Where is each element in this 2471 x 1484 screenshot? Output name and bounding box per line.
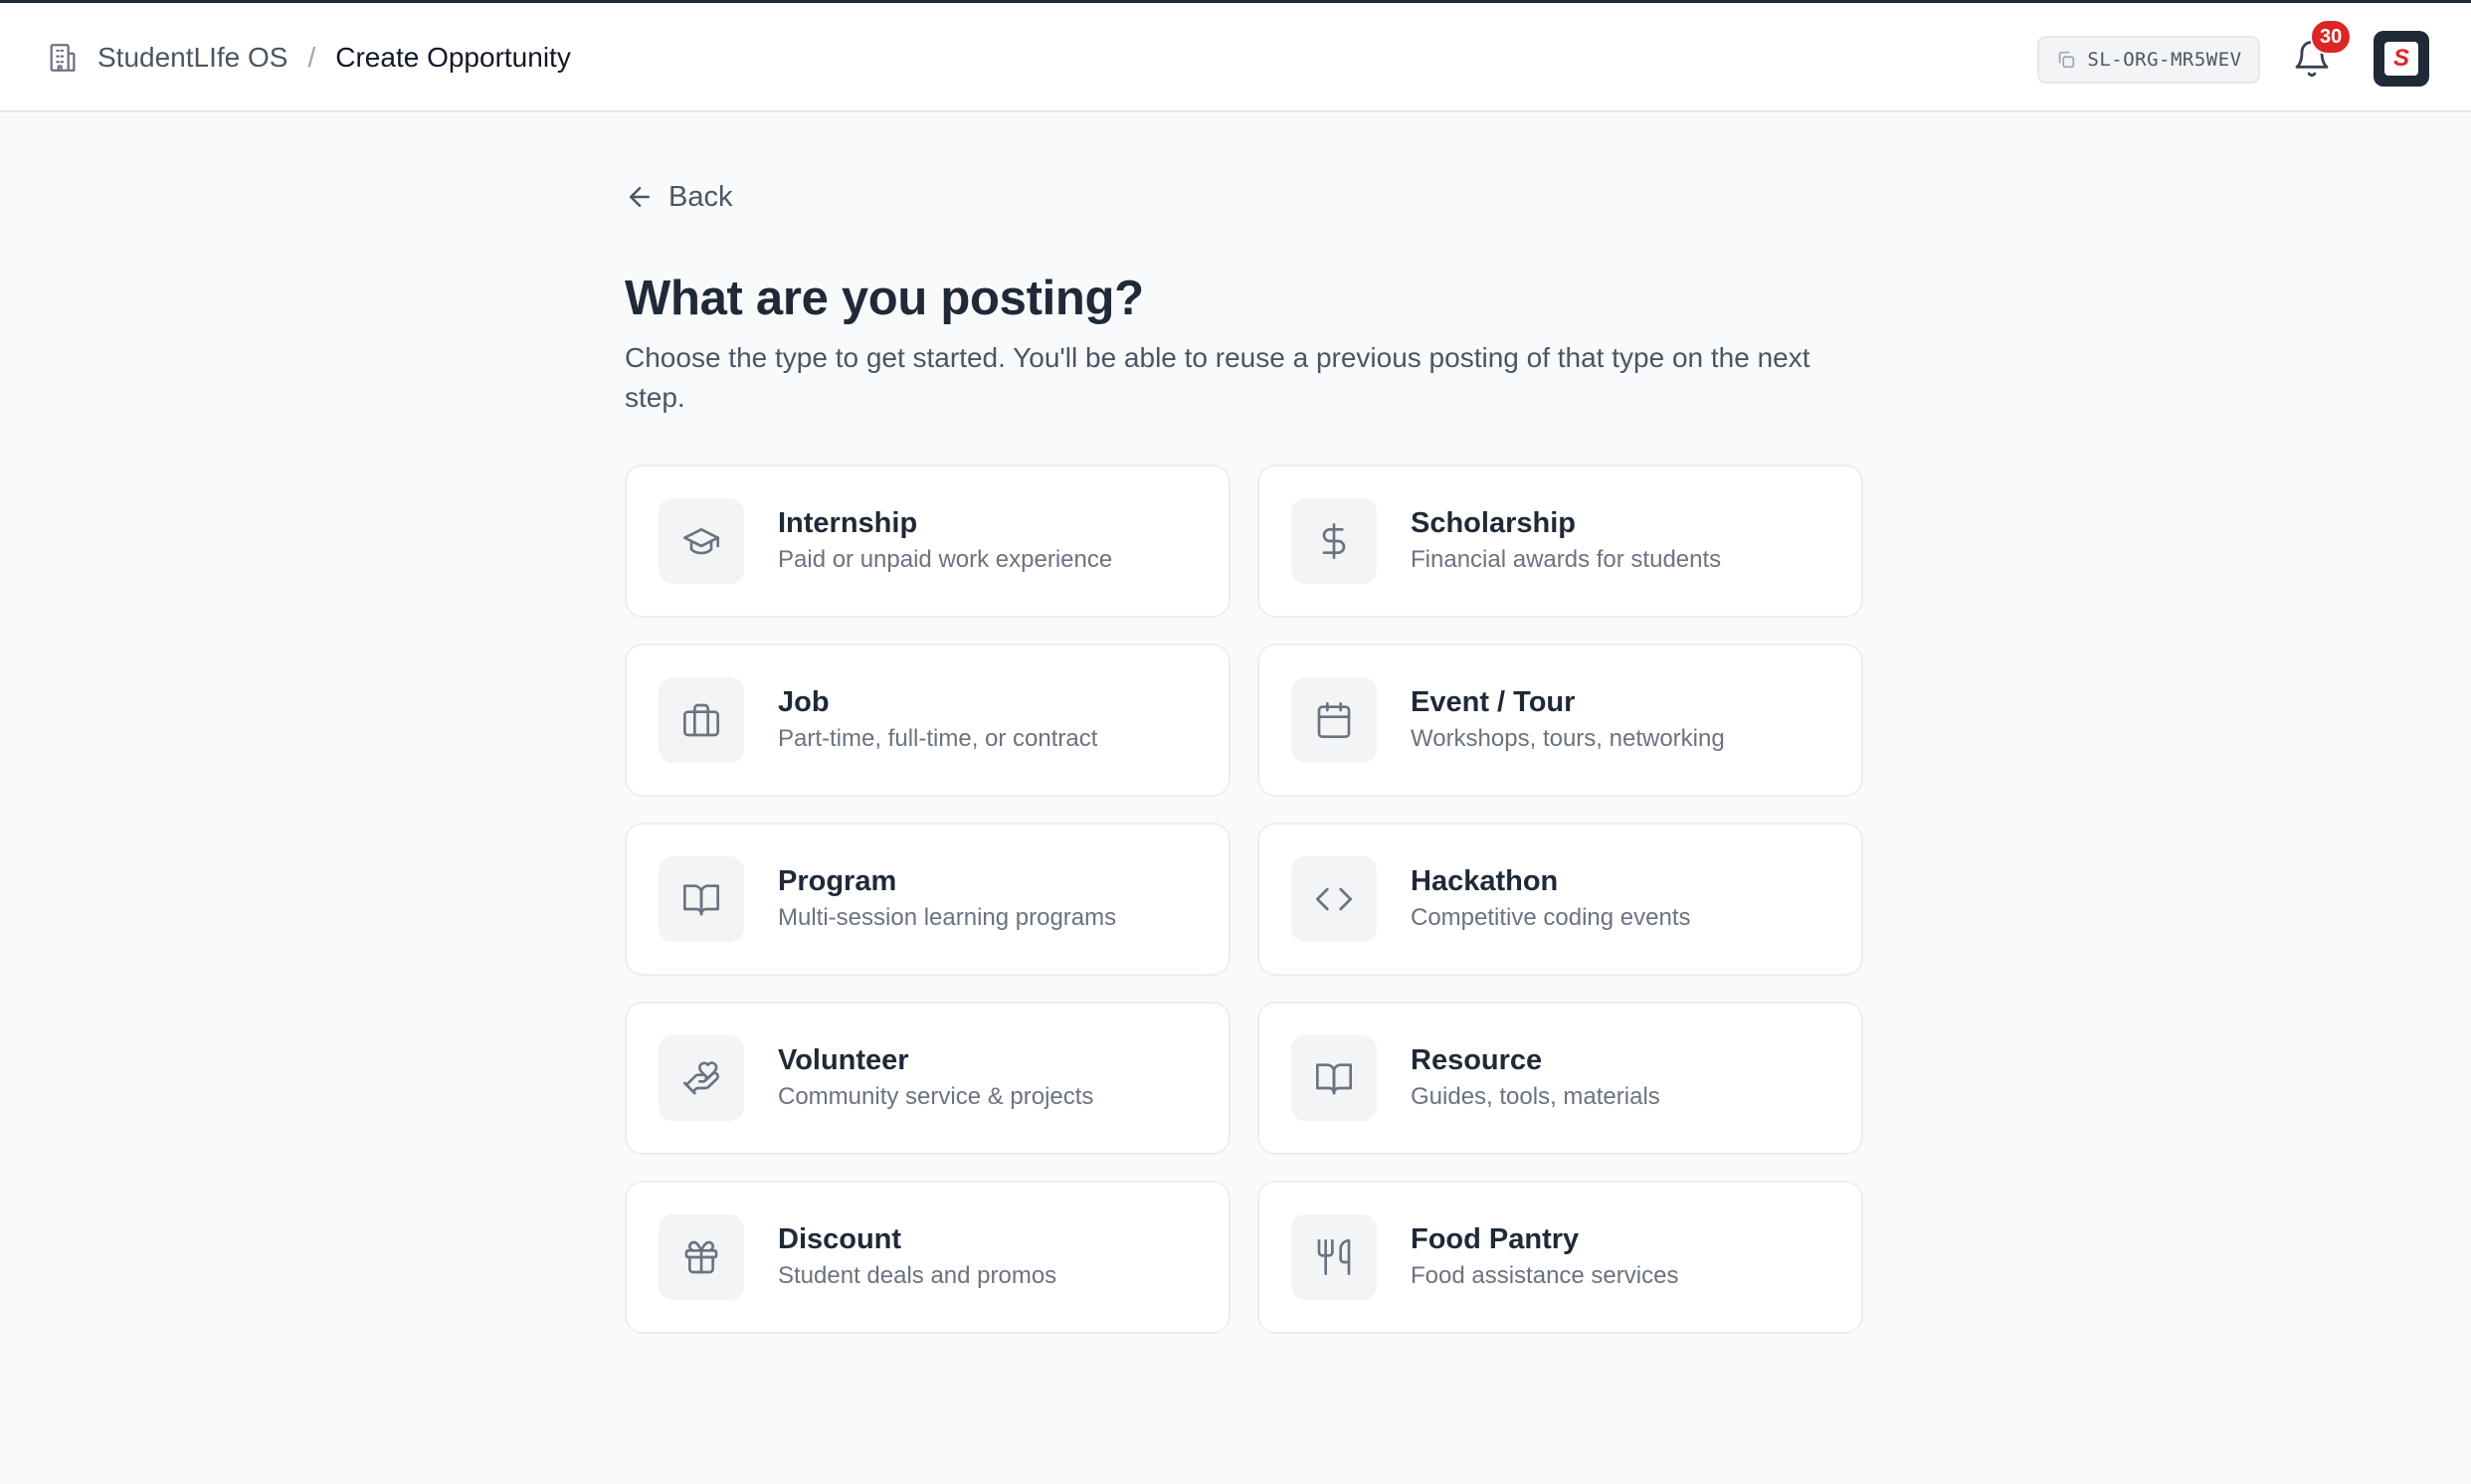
dollar-icon xyxy=(1291,498,1377,584)
type-card-food-pantry[interactable]: Food Pantry Food assistance services xyxy=(1257,1181,1863,1334)
type-card-description: Multi-session learning programs xyxy=(778,904,1117,931)
notification-count-badge: 30 xyxy=(2310,19,2353,55)
back-button[interactable]: Back xyxy=(625,159,732,235)
arrow-left-icon xyxy=(625,182,655,212)
type-card-description: Community service & projects xyxy=(778,1083,1094,1110)
type-card-description: Workshops, tours, networking xyxy=(1411,725,1725,752)
type-card-program[interactable]: Program Multi-session learning programs xyxy=(625,823,1231,976)
type-card-description: Part-time, full-time, or contract xyxy=(778,725,1098,752)
top-bar: StudentLIfe OS / Create Opportunity SL-O… xyxy=(0,0,2471,112)
breadcrumb-current: Create Opportunity xyxy=(335,42,571,73)
type-card-description: Student deals and promos xyxy=(778,1262,1057,1289)
graduation-cap-icon xyxy=(659,498,744,584)
type-card-description: Financial awards for students xyxy=(1411,546,1722,573)
breadcrumb-separator: / xyxy=(307,42,316,73)
type-card-hackathon[interactable]: Hackathon Competitive coding events xyxy=(1257,823,1863,976)
type-card-scholarship[interactable]: Scholarship Financial awards for student… xyxy=(1257,464,1863,618)
type-card-description: Paid or unpaid work experience xyxy=(778,546,1113,573)
back-label: Back xyxy=(668,180,733,213)
type-card-resource[interactable]: Resource Guides, tools, materials xyxy=(1257,1002,1863,1155)
avatar-logo: S xyxy=(2384,42,2418,76)
utensils-icon xyxy=(1291,1214,1377,1300)
briefcase-icon xyxy=(659,677,744,763)
type-card-description: Guides, tools, materials xyxy=(1411,1083,1660,1110)
type-card-title: Event / Tour xyxy=(1411,686,1576,718)
type-card-internship[interactable]: Internship Paid or unpaid work experienc… xyxy=(625,464,1231,618)
type-card-volunteer[interactable]: Volunteer Community service & projects xyxy=(625,1002,1231,1155)
building-icon xyxy=(46,41,80,75)
type-card-title: Discount xyxy=(778,1223,902,1255)
code-icon xyxy=(1291,856,1377,942)
avatar[interactable]: S xyxy=(2374,31,2429,87)
type-card-title: Resource xyxy=(1411,1044,1543,1076)
type-card-title: Scholarship xyxy=(1411,507,1576,539)
copy-icon xyxy=(2055,49,2077,71)
breadcrumb-org-link[interactable]: StudentLIfe OS xyxy=(97,42,287,74)
type-card-description: Food assistance services xyxy=(1411,1262,1679,1289)
hand-heart-icon xyxy=(659,1035,744,1121)
org-code-copy-button[interactable]: SL-ORG-MR5WEV xyxy=(2037,36,2260,84)
type-card-title: Job xyxy=(778,686,830,718)
type-card-description: Competitive coding events xyxy=(1411,904,1691,931)
type-card-title: Volunteer xyxy=(778,1044,909,1076)
type-card-title: Program xyxy=(778,865,897,897)
type-card-title: Internship xyxy=(778,507,918,539)
opportunity-type-grid: Internship Paid or unpaid work experienc… xyxy=(625,464,1863,1334)
type-card-event-tour[interactable]: Event / Tour Workshops, tours, networkin… xyxy=(1257,644,1863,797)
main-content: Back What are you posting? Choose the ty… xyxy=(625,159,1864,1334)
type-card-discount[interactable]: Discount Student deals and promos xyxy=(625,1181,1231,1334)
book-open-icon xyxy=(659,856,744,942)
gift-icon xyxy=(659,1214,744,1300)
type-card-job[interactable]: Job Part-time, full-time, or contract xyxy=(625,644,1231,797)
page-title: What are you posting? xyxy=(625,272,1144,325)
type-card-title: Hackathon xyxy=(1411,865,1559,897)
book-open-icon xyxy=(1291,1035,1377,1121)
calendar-icon xyxy=(1291,677,1377,763)
breadcrumb: StudentLIfe OS / Create Opportunity xyxy=(46,3,571,112)
page-subtitle: Choose the type to get started. You'll b… xyxy=(625,342,1810,413)
org-code: SL-ORG-MR5WEV xyxy=(2087,49,2242,71)
type-card-title: Food Pantry xyxy=(1411,1223,1580,1255)
